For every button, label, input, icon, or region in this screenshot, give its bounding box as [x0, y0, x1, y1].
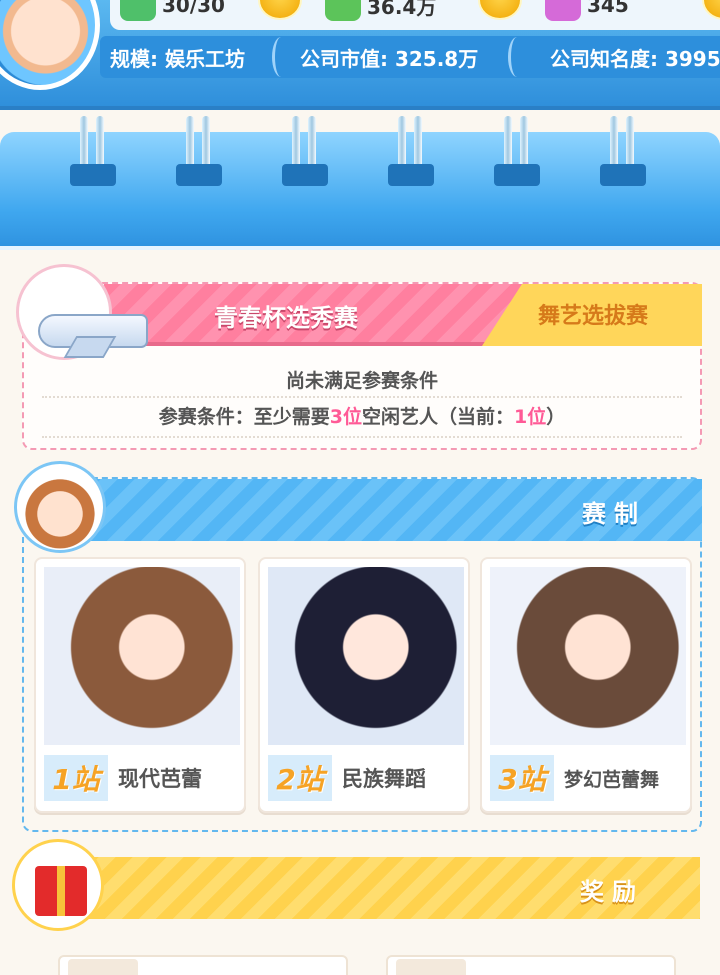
binder-ring-icon [494, 116, 540, 202]
format-title: 赛制 [582, 500, 646, 528]
notebook-header [0, 116, 720, 250]
stat-divider [508, 37, 526, 77]
reward-item-icon [68, 959, 138, 975]
round-label: 3站 梦幻芭蕾舞 [490, 755, 686, 801]
energy-icon [120, 0, 156, 21]
reward-panel: 奖励 [12, 839, 702, 975]
resource-row: 30/30 36.4万 345 [110, 0, 720, 30]
energy-resource[interactable]: 30/30 [120, 0, 225, 22]
add-gem-button[interactable] [702, 0, 720, 20]
cash-value: 36.4万 [367, 0, 437, 19]
reward-badge [12, 839, 104, 931]
requirement-required-count: 3位 [329, 406, 362, 428]
round-name: 民族舞蹈 [342, 767, 426, 791]
contest-requirement: 参赛条件：至少需要3位空闲艺人（当前：1位） [24, 402, 700, 429]
round-portrait [44, 567, 240, 745]
gem-icon [545, 0, 581, 21]
binder-ring-icon [282, 116, 328, 202]
energy-value: 30/30 [162, 0, 225, 17]
company-market-value: 公司市值: 325.8万 [300, 46, 479, 71]
reward-item[interactable] [58, 955, 348, 975]
binder-ring-icon [600, 116, 646, 202]
round-number: 1站 [44, 755, 108, 801]
company-scale: 规模: 娱乐工坊 [110, 46, 245, 71]
round-number: 2站 [268, 755, 332, 801]
requirement-prefix: 参赛条件：至少需要 [158, 406, 330, 428]
format-panel: 赛制 1站 现代芭蕾 2站 民族舞蹈 3站 梦幻芭蕾舞 [14, 461, 702, 832]
contest-panel: 青春杯选秀赛 舞艺选拔赛 尚未满足参赛条件 参赛条件：至少需要3位空闲艺人（当前… [16, 264, 702, 450]
contest-category-label: 舞艺选拔赛 [538, 304, 649, 329]
reward-item[interactable] [386, 955, 676, 975]
contest-header: 青春杯选秀赛 舞艺选拔赛 [104, 284, 702, 346]
cash-resource[interactable]: 36.4万 [325, 0, 436, 22]
reward-title: 奖励 [580, 878, 644, 906]
add-cash-button[interactable] [478, 0, 522, 20]
round-number: 3站 [490, 755, 554, 801]
company-fame: 公司知名度: 3995 [550, 46, 720, 71]
top-status-bar: 30/30 36.4万 345 规模: 娱乐工坊 公司市值: 325.8万 公司… [0, 0, 720, 110]
cash-icon [325, 0, 361, 21]
gem-resource[interactable]: 345 [545, 0, 629, 22]
divider [42, 436, 682, 438]
requirement-current-count: 1位 [514, 406, 547, 428]
round-name: 现代芭蕾 [118, 767, 202, 791]
divider [42, 396, 682, 398]
round-card-2[interactable]: 2站 民族舞蹈 [258, 557, 470, 813]
binder-ring-icon [176, 116, 222, 202]
requirement-mid: 空闲艺人（当前： [361, 406, 514, 428]
round-label: 1站 现代芭蕾 [44, 755, 240, 801]
round-portrait [490, 567, 686, 745]
round-portrait [268, 567, 464, 745]
format-header: 赛制 [84, 479, 702, 541]
round-card-3[interactable]: 3站 梦幻芭蕾舞 [480, 557, 692, 813]
host-avatar [14, 461, 106, 553]
player-avatar[interactable] [0, 0, 100, 90]
contest-title: 青春杯选秀赛 [214, 304, 358, 332]
round-name: 梦幻芭蕾舞 [564, 768, 660, 791]
contest-category-tag: 舞艺选拔赛 [482, 284, 702, 346]
contest-status: 尚未满足参赛条件 [285, 370, 438, 392]
stat-divider [272, 37, 290, 77]
company-stats-row: 规模: 娱乐工坊 公司市值: 325.8万 公司知名度: 3995 [100, 36, 720, 78]
reward-header: 奖励 [82, 857, 700, 919]
binder-ring-icon [388, 116, 434, 202]
round-label: 2站 民族舞蹈 [268, 755, 464, 801]
requirement-suffix: ） [546, 406, 566, 428]
add-energy-button[interactable] [258, 0, 302, 20]
gem-value: 345 [587, 0, 629, 17]
gift-box-icon [35, 866, 87, 916]
round-card-1[interactable]: 1站 现代芭蕾 [34, 557, 246, 813]
reward-item-icon [396, 959, 466, 975]
binder-ring-icon [70, 116, 116, 202]
